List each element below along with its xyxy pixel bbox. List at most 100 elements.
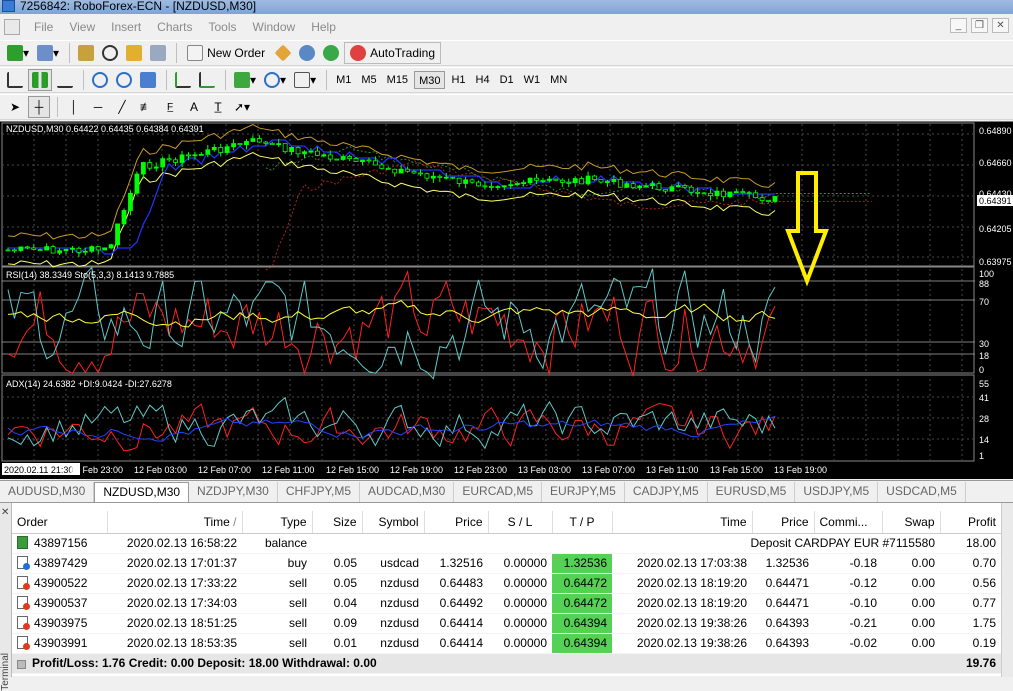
tab-nzdjpy[interactable]: NZDJPY,M30: [189, 482, 278, 502]
price-chart[interactable]: 0.648900.646600.644300.643910.642050.639…: [0, 122, 1013, 480]
col-profit[interactable]: Profit: [940, 511, 1001, 534]
timeframe-m30[interactable]: M30: [414, 71, 446, 89]
crosshair-button[interactable]: ┼: [28, 96, 50, 118]
menu-window[interactable]: Window: [245, 20, 304, 34]
menu-file[interactable]: File: [26, 20, 61, 34]
line-chart-button[interactable]: [54, 69, 76, 91]
templates-button[interactable]: ▾: [291, 69, 319, 91]
tile-windows-button[interactable]: [137, 69, 159, 91]
timeframe-m1[interactable]: M1: [332, 71, 355, 89]
col-price[interactable]: Price: [424, 511, 489, 534]
navigator-panel-button[interactable]: [123, 42, 145, 64]
col-close-price[interactable]: Price: [752, 511, 815, 534]
table-row[interactable]: 43900537 2020.02.13 17:34:03 sell 0.04 nzdus…: [12, 593, 1001, 614]
menu-help[interactable]: Help: [303, 20, 344, 34]
navigator-button[interactable]: [99, 42, 121, 64]
time-tick-label: 12 Feb 23:00: [454, 465, 507, 475]
chart-window[interactable]: 0.64890 0.64660 0.64430 0.64391 0.64205 0.639…: [0, 121, 1013, 479]
metaeditor-button[interactable]: [272, 42, 294, 64]
tab-chfjpy[interactable]: CHFJPY,M5: [278, 482, 360, 502]
col-symbol[interactable]: Symbol: [362, 511, 425, 534]
candle-body: [308, 150, 314, 153]
col-commission[interactable]: Commi...: [814, 511, 883, 534]
col-type[interactable]: Type: [242, 511, 313, 534]
table-row[interactable]: 43897429 2020.02.13 17:01:37 buy 0.05 usdcad…: [12, 553, 1001, 574]
profiles-button[interactable]: ▾: [34, 42, 62, 64]
cell-close-price: 0.64393: [752, 633, 814, 654]
autotrading-button[interactable]: AutoTrading: [344, 42, 442, 64]
signals-button[interactable]: [296, 42, 318, 64]
menu-view[interactable]: View: [61, 20, 103, 34]
menu-tools[interactable]: Tools: [201, 20, 245, 34]
col-tp[interactable]: T / P: [552, 511, 613, 534]
close-icon[interactable]: ✕: [992, 18, 1009, 33]
restore-icon[interactable]: ❐: [971, 18, 988, 33]
auto-scroll-button[interactable]: [172, 69, 194, 91]
table-row[interactable]: 43903975 2020.02.13 18:51:25 sell 0.09 nzdus…: [12, 613, 1001, 634]
time-tick-label: 12 Feb 11:00: [262, 465, 314, 475]
tab-nzdusd[interactable]: NZDUSD,M30: [94, 482, 190, 502]
table-row-balance[interactable]: 43897156 2020.02.13 16:58:22 balance Dep…: [12, 533, 1001, 554]
col-order[interactable]: Order: [12, 511, 108, 534]
periods-button[interactable]: ▾: [261, 69, 289, 91]
zoom-in-button[interactable]: [89, 69, 111, 91]
tab-cadjpy[interactable]: CADJPY,M5: [625, 482, 708, 502]
time-tick-label: 13 Feb 11:00: [646, 465, 698, 475]
cell-type: sell: [242, 613, 312, 634]
tab-eurusd[interactable]: EURUSD,M5: [708, 482, 796, 502]
menu-insert[interactable]: Insert: [103, 20, 149, 34]
menu-charts[interactable]: Charts: [149, 20, 200, 34]
chart-shift-button[interactable]: [196, 69, 218, 91]
timeframe-mn[interactable]: MN: [546, 71, 571, 89]
cursor-button[interactable]: ➤: [4, 96, 26, 118]
text-button[interactable]: A: [183, 96, 205, 118]
col-time[interactable]: Time /: [107, 511, 243, 534]
candlestick-button[interactable]: [28, 69, 52, 91]
bar-chart-button[interactable]: [4, 69, 26, 91]
tab-eurjpy[interactable]: EURJPY,M5: [542, 482, 625, 502]
col-close-time[interactable]: Time: [612, 511, 753, 534]
new-chart-button[interactable]: ▾: [4, 42, 32, 64]
table-row[interactable]: 43903991 2020.02.13 18:53:35 sell 0.01 nzdus…: [12, 633, 1001, 654]
tab-usdcad[interactable]: USDCAD,M5: [878, 482, 966, 502]
zoom-out-button[interactable]: [113, 69, 135, 91]
terminal-button[interactable]: [147, 42, 169, 64]
table-row[interactable]: 43900522 2020.02.13 17:33:22 sell 0.05 nzdus…: [12, 573, 1001, 594]
market-button[interactable]: [320, 42, 342, 64]
timeframe-m5[interactable]: M5: [357, 71, 380, 89]
cell-symbol: nzdusd: [362, 613, 424, 634]
trendline-button[interactable]: ╱: [111, 96, 133, 118]
arrows-button[interactable]: ➚▾: [231, 96, 253, 118]
minimize-icon[interactable]: _: [950, 18, 967, 33]
vertical-line-button[interactable]: │: [63, 96, 85, 118]
tab-audcad[interactable]: AUDCAD,M30: [360, 482, 455, 502]
tab-audusd[interactable]: AUDUSD,M30: [0, 482, 95, 502]
timeframe-h1[interactable]: H1: [447, 71, 469, 89]
candle-body: [424, 173, 430, 179]
cell-time: 2020.02.13 18:53:35: [107, 633, 242, 654]
col-size[interactable]: Size: [312, 511, 363, 534]
market-watch-button[interactable]: [75, 42, 97, 64]
timeframe-h4[interactable]: H4: [472, 71, 494, 89]
channel-button[interactable]: ≢: [135, 96, 157, 118]
candle-body: [198, 153, 204, 156]
horizontal-line-button[interactable]: ─: [87, 96, 109, 118]
timeframe-d1[interactable]: D1: [496, 71, 518, 89]
text-label-button[interactable]: T̲: [207, 96, 229, 118]
close-icon[interactable]: ✕: [1, 507, 9, 518]
terminal-scrollbar[interactable]: [1001, 503, 1013, 677]
timeframe-m15[interactable]: M15: [383, 71, 412, 89]
indicators-button[interactable]: ▾: [231, 69, 259, 91]
timeframe-w1[interactable]: W1: [520, 71, 545, 89]
fibonacci-button[interactable]: F̲: [159, 96, 181, 118]
col-swap[interactable]: Swap: [882, 511, 941, 534]
tab-eurcad[interactable]: EURCAD,M5: [454, 482, 543, 502]
candle-body: [482, 185, 488, 188]
candle-body: [669, 186, 675, 192]
tab-usdjpy[interactable]: USDJPY,M5: [795, 482, 879, 502]
col-sl[interactable]: S / L: [488, 511, 553, 534]
chart-tabs: AUDUSD,M30 NZDUSD,M30 NZDJPY,M30 CHFJPY,…: [0, 480, 1013, 502]
balance-comment: Deposit CARDPAY EUR #7115580: [612, 533, 940, 554]
bar-chart-icon: [7, 72, 23, 88]
new-order-button[interactable]: New Order: [182, 42, 270, 64]
